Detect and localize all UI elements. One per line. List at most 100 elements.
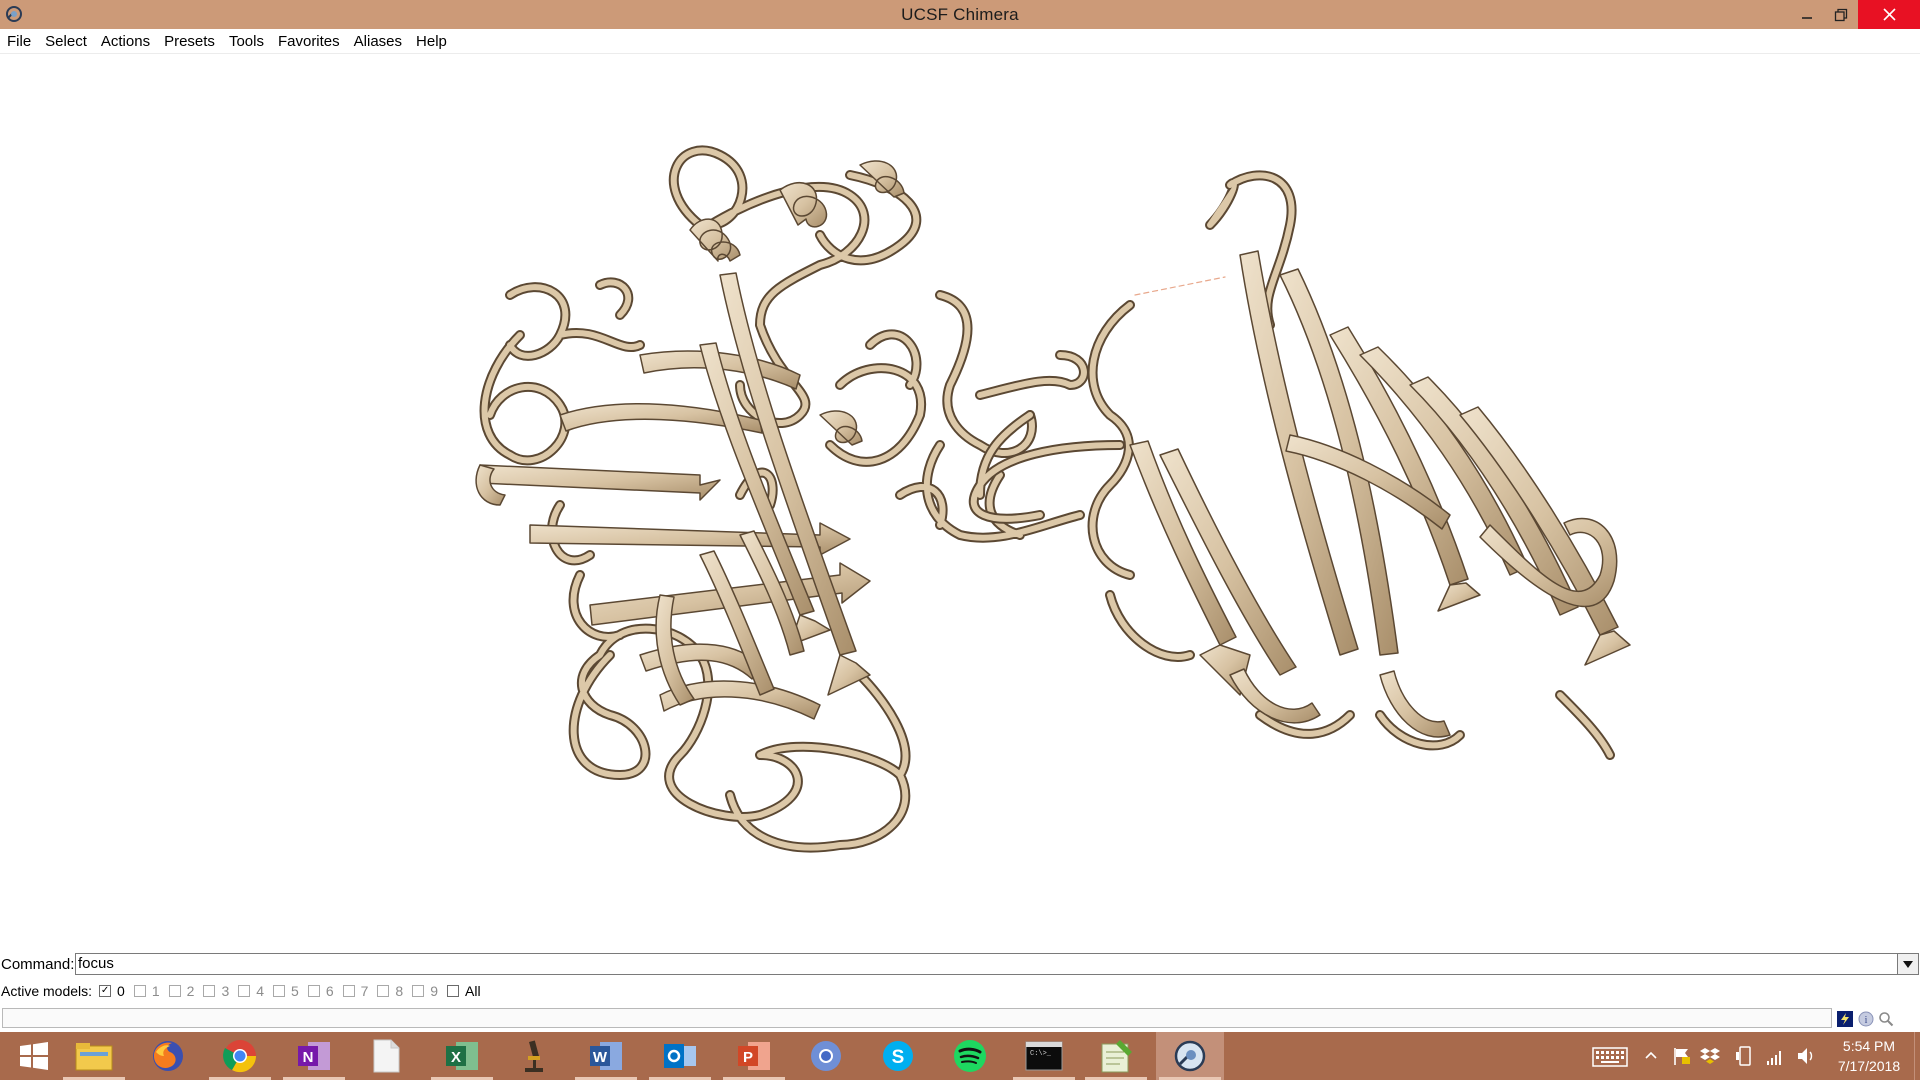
protein-ribbon-model[interactable]	[0, 55, 1920, 952]
keyboard-icon[interactable]	[1592, 1046, 1628, 1068]
menu-tools[interactable]: Tools	[229, 33, 264, 50]
model-7-checkbox[interactable]	[342, 985, 355, 997]
svg-text:X: X	[451, 1049, 461, 1066]
model-6-checkbox[interactable]	[307, 985, 320, 997]
model-6-label: 6	[325, 983, 334, 999]
taskbar-chrome[interactable]	[206, 1032, 274, 1080]
model-2-toggle[interactable]: 2	[168, 983, 195, 999]
model-5-label: 5	[291, 983, 299, 999]
model-9-label: 9	[430, 983, 439, 999]
window-title: UCSF Chimera	[901, 5, 1019, 24]
model-4-label: 4	[256, 983, 265, 999]
model-5-toggle[interactable]: 5	[273, 983, 299, 999]
chevron-up-icon[interactable]	[1645, 1050, 1657, 1060]
show-desktop-button[interactable]	[1914, 1032, 1920, 1080]
active-models-row: Active models: ✓ 0 1 2 3 4 5 6 7 8 9 All	[0, 978, 1920, 1004]
menu-select[interactable]: Select	[45, 33, 87, 50]
taskbar-notepad-plus[interactable]	[1082, 1032, 1150, 1080]
menu-help[interactable]: Help	[416, 33, 447, 50]
excel-icon: X	[446, 1042, 478, 1070]
model-0-label: 0	[117, 983, 125, 999]
close-button[interactable]	[1858, 0, 1920, 29]
microscope-icon	[525, 1040, 543, 1072]
taskbar-chimera[interactable]	[1156, 1032, 1224, 1080]
model-all-checkbox[interactable]	[447, 985, 460, 997]
graphics-viewport[interactable]	[0, 55, 1920, 952]
chrome-app-icon	[811, 1041, 841, 1071]
title-bar[interactable]: UCSF Chimera	[0, 0, 1920, 29]
menu-file[interactable]: File	[7, 33, 31, 50]
status-line	[2, 1008, 1832, 1028]
model-1-checkbox[interactable]	[133, 985, 146, 997]
taskbar-microscope-app[interactable]	[500, 1032, 568, 1080]
model-0-toggle[interactable]: ✓ 0	[99, 983, 125, 999]
model-8-label: 8	[395, 983, 404, 999]
model-9-checkbox[interactable]	[412, 985, 425, 997]
folder-icon	[75, 1043, 113, 1071]
clock-time: 5:54 PM	[1842, 1038, 1896, 1054]
taskbar-skype[interactable]: S	[864, 1032, 932, 1080]
device-icon[interactable]	[1736, 1046, 1754, 1066]
volume-icon[interactable]	[1796, 1046, 1816, 1066]
model-all-toggle[interactable]: All	[447, 983, 481, 999]
taskbar-onenote[interactable]: N	[280, 1032, 348, 1080]
taskbar-powerpoint[interactable]: P	[720, 1032, 788, 1080]
model-7-toggle[interactable]: 7	[342, 983, 368, 999]
model-5-checkbox[interactable]	[273, 985, 286, 997]
start-button[interactable]	[0, 1032, 68, 1080]
taskbar-excel[interactable]: X	[428, 1032, 496, 1080]
model-4-toggle[interactable]: 4	[238, 983, 264, 999]
system-clock[interactable]: 5:54 PM 7/17/2018	[1834, 1036, 1904, 1076]
skype-icon: S	[883, 1041, 913, 1071]
menu-actions[interactable]: Actions	[101, 33, 150, 50]
menu-bar: File Select Actions Presets Tools Favori…	[0, 29, 1920, 54]
model-3-label: 3	[221, 983, 230, 999]
onenote-icon: N	[298, 1042, 330, 1070]
dropbox-icon[interactable]	[1700, 1046, 1720, 1066]
notepad-icon	[1101, 1040, 1132, 1073]
model-8-toggle[interactable]: 8	[377, 983, 403, 999]
flag-icon[interactable]	[1672, 1046, 1692, 1066]
menu-favorites[interactable]: Favorites	[278, 33, 340, 50]
minimize-icon	[1802, 16, 1812, 19]
network-signal-icon[interactable]	[1766, 1046, 1784, 1066]
outlook-icon	[664, 1044, 696, 1068]
taskbar-spotify[interactable]	[936, 1032, 1004, 1080]
model-0-checkbox[interactable]: ✓	[99, 985, 112, 997]
right-domain-strands	[1129, 250, 1631, 738]
model-6-toggle[interactable]: 6	[307, 983, 334, 999]
command-history-dropdown[interactable]	[1897, 953, 1919, 975]
active-models-label: Active models:	[1, 983, 93, 999]
clock-date: 7/17/2018	[1837, 1058, 1901, 1074]
taskbar-word[interactable]: W	[572, 1032, 640, 1080]
taskbar-blank-document[interactable]	[352, 1032, 420, 1080]
menu-presets[interactable]: Presets	[164, 33, 215, 50]
status-row: i	[0, 1005, 1920, 1032]
command-label: Command:	[1, 955, 75, 973]
model-9-toggle[interactable]: 9	[412, 983, 438, 999]
model-3-checkbox[interactable]	[203, 985, 216, 997]
taskbar-terminal[interactable]: C:\>_	[1010, 1032, 1078, 1080]
info-icon[interactable]: i	[1858, 1011, 1874, 1027]
model-2-label: 2	[186, 983, 195, 999]
magnifier-icon[interactable]	[1878, 1011, 1894, 1027]
taskbar-outlook[interactable]	[646, 1032, 714, 1080]
command-input[interactable]: focus	[75, 953, 1897, 975]
model-all-label: All	[465, 983, 481, 999]
model-3-toggle[interactable]: 3	[203, 983, 229, 999]
close-icon	[1882, 8, 1896, 21]
model-8-checkbox[interactable]	[377, 985, 390, 997]
menu-aliases[interactable]: Aliases	[354, 33, 402, 50]
model-2-checkbox[interactable]	[168, 985, 181, 997]
taskbar-firefox[interactable]	[134, 1032, 202, 1080]
powerpoint-icon: P	[738, 1042, 770, 1070]
taskbar-file-explorer[interactable]	[60, 1032, 128, 1080]
model-1-toggle[interactable]: 1	[133, 983, 160, 999]
taskbar-chrome-app[interactable]	[792, 1032, 860, 1080]
left-domain-strands	[479, 272, 871, 720]
model-4-checkbox[interactable]	[238, 985, 251, 997]
flash-icon[interactable]	[1837, 1011, 1853, 1027]
word-icon: W	[590, 1042, 622, 1070]
chimera-icon	[1174, 1040, 1206, 1072]
restore-icon	[1834, 8, 1848, 21]
